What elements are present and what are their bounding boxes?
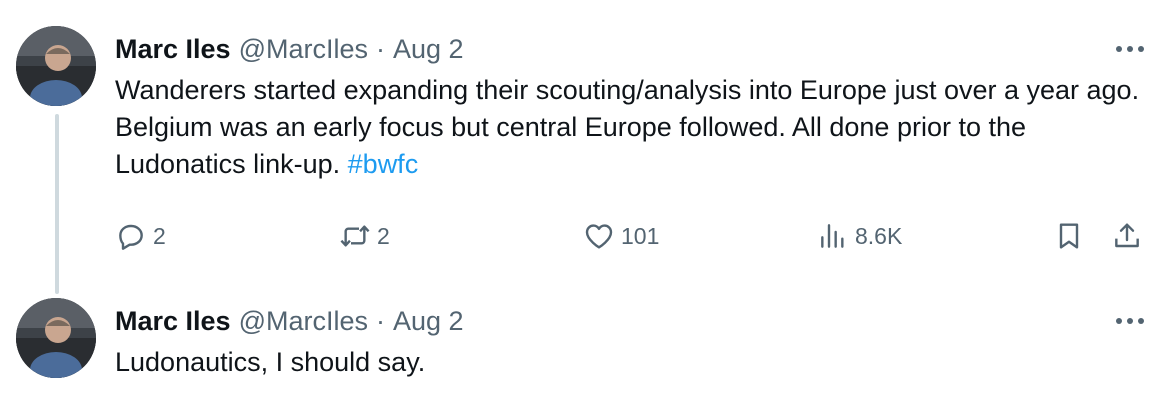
tweet-date[interactable]: Aug 2 — [393, 304, 464, 338]
like-button[interactable]: 101 — [583, 218, 659, 254]
like-count: 101 — [621, 222, 660, 249]
tweet-text: Ludonautics, I should say. — [115, 344, 1155, 381]
separator-dot: · — [376, 306, 386, 336]
speech-bubble-icon — [119, 224, 143, 250]
repost-arrows-icon — [340, 225, 370, 247]
tweet-body: Ludonautics, I should say. — [115, 347, 426, 377]
author-name[interactable]: Marc Iles — [115, 304, 231, 338]
ellipsis-icon — [1116, 318, 1144, 324]
author-handle[interactable]: @MarcIles — [239, 304, 368, 338]
reply-button[interactable]: 2 — [115, 218, 166, 254]
ellipsis-icon — [1116, 46, 1144, 52]
separator-dot: · — [376, 34, 386, 64]
author-name[interactable]: Marc Iles — [115, 32, 231, 66]
heart-icon — [585, 224, 613, 249]
tweet-body: Wanderers started expanding their scouti… — [115, 75, 1140, 179]
share-button[interactable] — [1111, 218, 1143, 254]
avatar-photo — [16, 26, 96, 106]
hashtag-link[interactable]: #bwfc — [348, 149, 419, 179]
bookmark-icon — [1059, 223, 1079, 249]
tweet-text: Wanderers started expanding their scouti… — [115, 72, 1155, 183]
reply-count: 2 — [153, 222, 166, 249]
bar-chart-icon — [821, 224, 844, 248]
avatar-photo — [16, 298, 96, 378]
more-options-button[interactable] — [1110, 306, 1150, 336]
repost-button[interactable]: 2 — [339, 218, 390, 254]
tweet-date[interactable]: Aug 2 — [393, 32, 464, 66]
tweet-header: Marc Iles @MarcIles · Aug 2 — [115, 32, 464, 66]
avatar[interactable] — [16, 298, 96, 378]
share-upload-icon — [1115, 223, 1139, 248]
avatar[interactable] — [16, 26, 96, 106]
bookmark-button[interactable] — [1053, 218, 1085, 254]
views-button[interactable]: 8.6K — [817, 218, 902, 254]
thread-connector-line — [55, 114, 59, 294]
repost-count: 2 — [377, 222, 390, 249]
more-options-button[interactable] — [1110, 34, 1150, 64]
tweet-actions: 2 2 101 8.6K — [115, 218, 1155, 254]
tweet-header: Marc Iles @MarcIles · Aug 2 — [115, 304, 464, 338]
views-count: 8.6K — [855, 222, 903, 249]
author-handle[interactable]: @MarcIles — [239, 32, 368, 66]
